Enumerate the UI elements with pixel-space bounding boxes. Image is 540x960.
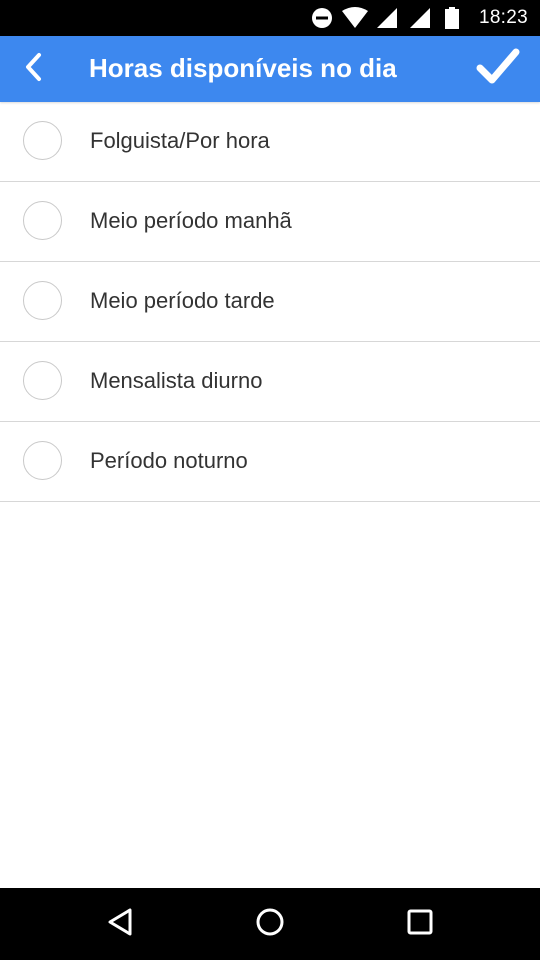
status-bar: 18:23: [0, 0, 540, 36]
option-label: Meio período manhã: [90, 208, 292, 233]
do-not-disturb-icon: [311, 7, 333, 34]
screen: 18:23 Horas disponíveis no dia Folguista…: [0, 0, 540, 960]
radio-button[interactable]: [23, 281, 62, 320]
option-label: Mensalista diurno: [90, 368, 263, 393]
option-label: Período noturno: [90, 448, 248, 473]
list-item[interactable]: Folguista/Por hora: [0, 102, 540, 182]
signal-icon: [409, 7, 431, 34]
radio-button[interactable]: [23, 361, 62, 400]
status-time: 18:23: [478, 7, 528, 28]
page-title: Horas disponíveis no dia: [89, 53, 397, 83]
chevron-left-icon: [22, 52, 46, 87]
nav-back-button[interactable]: [98, 902, 142, 946]
app-bar: Horas disponíveis no dia: [0, 36, 540, 102]
list-item[interactable]: Meio período manhã: [0, 182, 540, 262]
home-circle-icon: [255, 907, 285, 942]
back-button[interactable]: [12, 47, 56, 91]
nav-home-button[interactable]: [248, 902, 292, 946]
list-item[interactable]: Período noturno: [0, 422, 540, 502]
option-label: Folguista/Por hora: [90, 128, 270, 153]
signal-icon: [376, 7, 398, 34]
nav-recents-button[interactable]: [398, 902, 442, 946]
list-item[interactable]: Meio período tarde: [0, 262, 540, 342]
radio-button[interactable]: [23, 121, 62, 160]
wifi-icon: [341, 7, 369, 34]
battery-icon: [445, 7, 459, 34]
list-item[interactable]: Mensalista diurno: [0, 342, 540, 422]
confirm-button[interactable]: [474, 45, 522, 93]
recents-square-icon: [406, 908, 434, 941]
radio-button[interactable]: [23, 201, 62, 240]
check-icon: [476, 47, 520, 92]
navigation-bar: [0, 888, 540, 960]
option-label: Meio período tarde: [90, 288, 275, 313]
option-list: Folguista/Por hora Meio período manhã Me…: [0, 102, 540, 502]
radio-button[interactable]: [23, 441, 62, 480]
back-triangle-icon: [106, 907, 134, 942]
